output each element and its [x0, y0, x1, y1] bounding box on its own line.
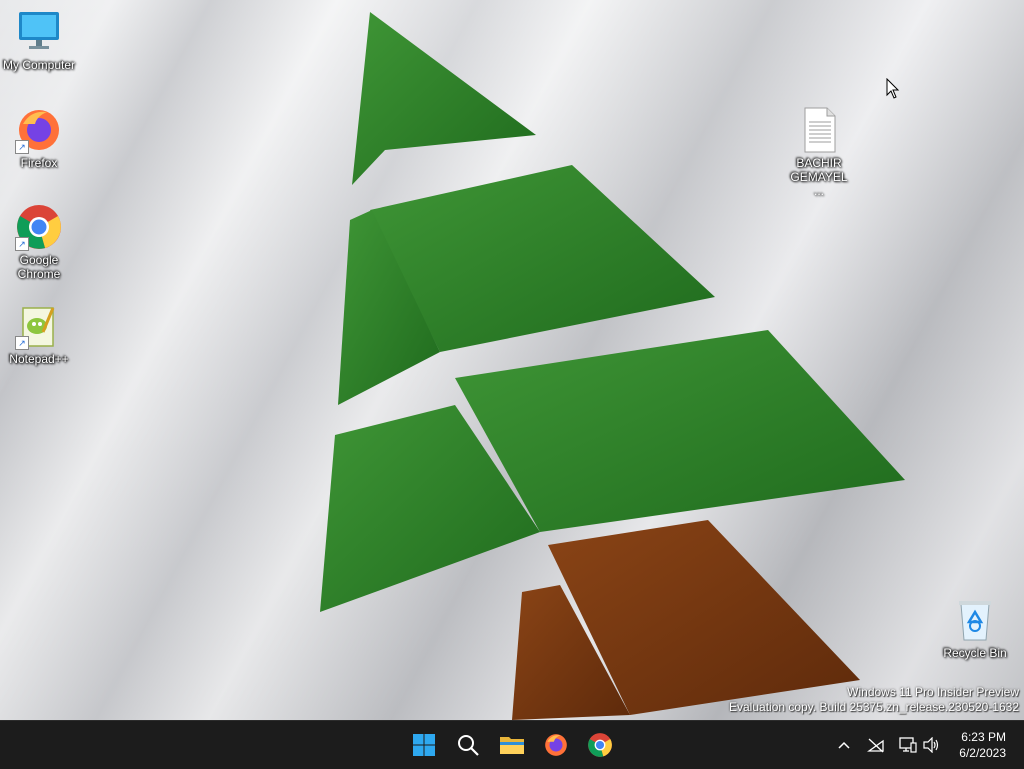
- wallpaper-cedar-art: [320, 12, 905, 720]
- clock-date: 6/2/2023: [959, 746, 1006, 760]
- chevron-up-icon: [838, 741, 850, 749]
- desktop-icon-my-computer[interactable]: My Computer: [0, 8, 78, 72]
- firefox-taskbar-button[interactable]: [536, 725, 576, 765]
- desktop-icon-bachir-gemayel-document[interactable]: BACHIR GEMAYEL ...: [780, 106, 858, 198]
- display-settings-button[interactable]: [898, 735, 918, 755]
- desktop-icon-label: Notepad++: [9, 352, 69, 366]
- chrome-icon: [588, 733, 612, 757]
- clock-time: 6:23 PM: [961, 730, 1006, 744]
- text-document-icon: [795, 106, 843, 154]
- network-off-icon: [867, 738, 884, 753]
- folder-icon: [500, 737, 524, 754]
- mouse-cursor-icon: [886, 78, 900, 99]
- desktop[interactable]: My Computer ↗ Firefox ↗ Google Chrome ↗ …: [0, 0, 1024, 720]
- firefox-icon: [545, 734, 567, 756]
- file-explorer-button[interactable]: [492, 725, 532, 765]
- taskbar: 6:23 PM 6/2/2023: [0, 720, 1024, 769]
- search-button[interactable]: [448, 725, 488, 765]
- volume-button[interactable]: [922, 735, 942, 755]
- desktop-icon-label: Firefox: [20, 156, 58, 170]
- shortcut-arrow-icon: ↗: [15, 237, 29, 251]
- desktop-icon-label: Recycle Bin: [943, 646, 1007, 660]
- windows-start-icon: [413, 734, 435, 756]
- chrome-icon: ↗: [15, 203, 63, 251]
- volume-icon: [923, 737, 939, 753]
- shortcut-arrow-icon: ↗: [15, 336, 29, 350]
- watermark-line-1: Windows 11 Pro Insider Preview: [847, 685, 1019, 699]
- firefox-icon: ↗: [15, 106, 63, 154]
- chrome-taskbar-button[interactable]: [580, 725, 620, 765]
- network-status-button[interactable]: [866, 735, 886, 755]
- display-icon: [899, 737, 917, 753]
- watermark-line-2: Evaluation copy. Build 25375.zn_release.…: [729, 700, 1019, 714]
- desktop-icon-label: BACHIR GEMAYEL ...: [790, 156, 848, 198]
- start-button[interactable]: [404, 725, 444, 765]
- desktop-icon-chrome[interactable]: ↗ Google Chrome: [0, 203, 78, 281]
- recycle-bin-icon: [951, 596, 999, 644]
- desktop-icon-label: My Computer: [2, 58, 76, 72]
- shortcut-arrow-icon: ↗: [15, 140, 29, 154]
- windows-evaluation-watermark: Windows 11 Pro Insider Preview Evaluatio…: [729, 685, 1019, 715]
- clock[interactable]: 6:23 PM 6/2/2023: [959, 729, 1006, 761]
- show-hidden-icons-button[interactable]: [834, 735, 854, 755]
- notepadpp-icon: ↗: [15, 302, 63, 350]
- desktop-icon-notepadpp[interactable]: ↗ Notepad++: [0, 302, 78, 366]
- desktop-icon-label: Google Chrome: [17, 253, 61, 281]
- desktop-icon-firefox[interactable]: ↗ Firefox: [0, 106, 78, 170]
- desktop-icon-recycle-bin[interactable]: Recycle Bin: [936, 596, 1014, 660]
- search-icon: [458, 735, 479, 756]
- monitor-icon: [15, 8, 63, 56]
